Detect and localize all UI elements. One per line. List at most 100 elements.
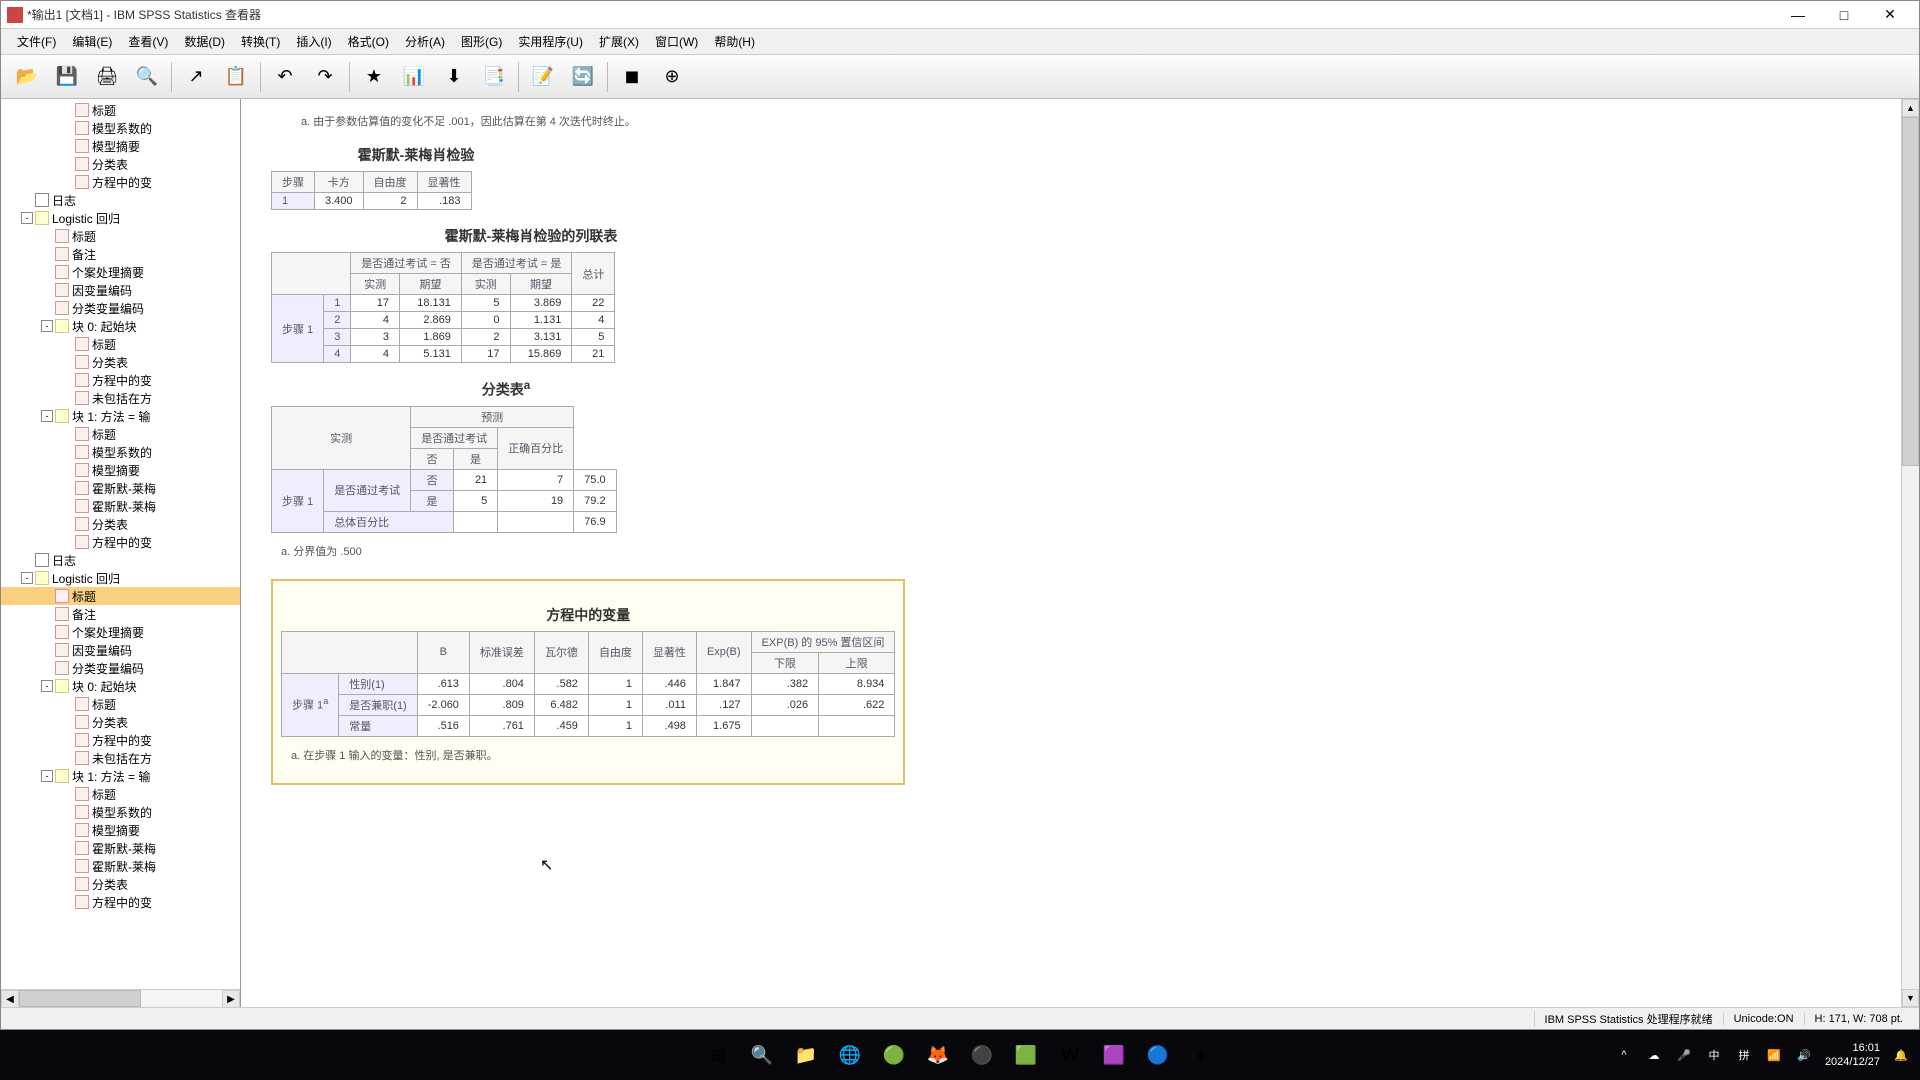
tree-item[interactable]: 日志	[1, 551, 240, 569]
toolbar-button[interactable]: ↷	[307, 59, 343, 95]
tree-item[interactable]: -块 0: 起始块	[1, 317, 240, 335]
tree-item[interactable]: 霍斯默-莱梅	[1, 839, 240, 857]
tree-item[interactable]: 分类变量编码	[1, 659, 240, 677]
tree-item[interactable]: -块 0: 起始块	[1, 677, 240, 695]
tree-item[interactable]: 方程中的变	[1, 173, 240, 191]
tree-item[interactable]: 因变量编码	[1, 281, 240, 299]
output-pane[interactable]: a. 由于参数估算值的变化不足 .001，因此估算在第 4 次迭代时终止。 霍斯…	[241, 99, 1901, 1007]
scroll-down-icon[interactable]: ▼	[1902, 989, 1919, 1007]
tree-item[interactable]: 模型系数的	[1, 443, 240, 461]
taskbar-app-icon[interactable]: ⊞	[700, 1037, 736, 1073]
toolbar-button[interactable]: 💾	[49, 59, 85, 95]
vscroll-thumb[interactable]	[1902, 117, 1919, 466]
taskbar-clock[interactable]: 16:01 2024/12/27	[1825, 1041, 1880, 1070]
taskbar-app-icon[interactable]: 🟪	[1096, 1037, 1132, 1073]
tree-item[interactable]: 分类表	[1, 713, 240, 731]
taskbar-app-icon[interactable]: 📁	[788, 1037, 824, 1073]
menu-item[interactable]: 扩展(X)	[591, 30, 647, 53]
menu-item[interactable]: 实用程序(U)	[510, 30, 591, 53]
tree-toggle-icon[interactable]: -	[21, 572, 33, 584]
tree-item[interactable]: 霍斯默-莱梅	[1, 497, 240, 515]
tray-notifications-icon[interactable]: 🔔	[1892, 1046, 1910, 1064]
tree-item[interactable]: 模型系数的	[1, 803, 240, 821]
taskbar-app-icon[interactable]: 🦊	[920, 1037, 956, 1073]
toolbar-button[interactable]: 🖨	[89, 59, 125, 95]
tree-item[interactable]: 标题	[1, 227, 240, 245]
taskbar-app-icon[interactable]: W	[1052, 1037, 1088, 1073]
scroll-right-icon[interactable]: ▶	[222, 990, 240, 1007]
outline-pane[interactable]: 标题模型系数的模型摘要分类表方程中的变日志-Logistic 回归标题备注个案处…	[1, 99, 241, 1007]
tree-item[interactable]: 分类表	[1, 515, 240, 533]
tray-overflow-icon[interactable]: ^	[1615, 1046, 1633, 1064]
tree-item[interactable]: 标题	[1, 425, 240, 443]
outline-hscroll[interactable]: ◀ ▶	[1, 989, 240, 1007]
tree-item[interactable]: 个案处理摘要	[1, 263, 240, 281]
tree-item[interactable]: 分类表	[1, 353, 240, 371]
menu-item[interactable]: 帮助(H)	[706, 30, 763, 53]
taskbar-app-icon[interactable]: 🔍	[744, 1037, 780, 1073]
tree-item[interactable]: 备注	[1, 605, 240, 623]
tree-item[interactable]: -块 1: 方法 = 输	[1, 407, 240, 425]
tree-item[interactable]: 个案处理摘要	[1, 623, 240, 641]
toolbar-button[interactable]: ↗	[178, 59, 214, 95]
tree-item[interactable]: 方程中的变	[1, 533, 240, 551]
taskbar-app-icon[interactable]: 🟢	[876, 1037, 912, 1073]
menu-item[interactable]: 分析(A)	[397, 30, 453, 53]
tree-item[interactable]: 因变量编码	[1, 641, 240, 659]
tree-toggle-icon[interactable]: -	[41, 770, 53, 782]
toolbar-button[interactable]: ⊕	[654, 59, 690, 95]
scroll-left-icon[interactable]: ◀	[1, 990, 19, 1007]
menu-item[interactable]: 编辑(E)	[64, 30, 120, 53]
tree-item[interactable]: 日志	[1, 191, 240, 209]
taskbar-app-icon[interactable]: 🌐	[832, 1037, 868, 1073]
menu-item[interactable]: 图形(G)	[453, 30, 510, 53]
tree-item[interactable]: 备注	[1, 245, 240, 263]
scroll-up-icon[interactable]: ▲	[1902, 99, 1919, 117]
tray-ime-icon[interactable]: 中	[1705, 1046, 1723, 1064]
tree-item[interactable]: 标题	[1, 695, 240, 713]
menu-item[interactable]: 窗口(W)	[647, 30, 706, 53]
tree-toggle-icon[interactable]: -	[41, 410, 53, 422]
toolbar-button[interactable]: 📑	[476, 59, 512, 95]
tree-toggle-icon[interactable]: -	[21, 212, 33, 224]
menu-item[interactable]: 数据(D)	[176, 30, 233, 53]
menu-item[interactable]: 格式(O)	[340, 30, 397, 53]
tree-item[interactable]: 方程中的变	[1, 731, 240, 749]
toolbar-button[interactable]: ⬇	[436, 59, 472, 95]
tray-mic-icon[interactable]: 🎤	[1675, 1046, 1693, 1064]
tree-item[interactable]: 标题	[1, 587, 240, 605]
tree-item[interactable]: -Logistic 回归	[1, 209, 240, 227]
tray-kbd-icon[interactable]: 拼	[1735, 1046, 1753, 1064]
tree-item[interactable]: 霍斯默-莱梅	[1, 857, 240, 875]
tree-item[interactable]: 分类变量编码	[1, 299, 240, 317]
toolbar-button[interactable]: 🔄	[565, 59, 601, 95]
menu-item[interactable]: 转换(T)	[233, 30, 288, 53]
tree-toggle-icon[interactable]: -	[41, 680, 53, 692]
toolbar-button[interactable]: 📂	[9, 59, 45, 95]
tree-item[interactable]: 标题	[1, 335, 240, 353]
tree-item[interactable]: 分类表	[1, 155, 240, 173]
tree-item[interactable]: 模型摘要	[1, 461, 240, 479]
menu-item[interactable]: 文件(F)	[9, 30, 64, 53]
taskbar-app-icon[interactable]: 🔵	[1140, 1037, 1176, 1073]
menu-item[interactable]: 插入(I)	[288, 30, 339, 53]
tree-item[interactable]: 标题	[1, 785, 240, 803]
tree-item[interactable]: 霍斯默-莱梅	[1, 479, 240, 497]
selected-output-block[interactable]: 方程中的变量 B标准误差瓦尔德自由度显著性Exp(B)EXP(B) 的 95% …	[271, 579, 905, 785]
toolbar-button[interactable]: ↶	[267, 59, 303, 95]
tree-item[interactable]: 分类表	[1, 875, 240, 893]
tree-toggle-icon[interactable]: -	[41, 320, 53, 332]
tree-item[interactable]: 未包括在方	[1, 389, 240, 407]
tray-wifi-icon[interactable]: 📶	[1765, 1046, 1783, 1064]
output-vscroll[interactable]: ▲ ▼	[1901, 99, 1919, 1007]
tree-item[interactable]: -Logistic 回归	[1, 569, 240, 587]
toolbar-button[interactable]: 📊	[396, 59, 432, 95]
tree-item[interactable]: 模型摘要	[1, 137, 240, 155]
tray-cloud-icon[interactable]: ☁	[1645, 1046, 1663, 1064]
toolbar-button[interactable]: 📋	[218, 59, 254, 95]
hscroll-thumb[interactable]	[19, 990, 141, 1007]
taskbar-app-icon[interactable]: ⚫	[964, 1037, 1000, 1073]
taskbar-app-icon[interactable]: 🟩	[1008, 1037, 1044, 1073]
toolbar-button[interactable]: ★	[356, 59, 392, 95]
toolbar-button[interactable]: 📝	[525, 59, 561, 95]
